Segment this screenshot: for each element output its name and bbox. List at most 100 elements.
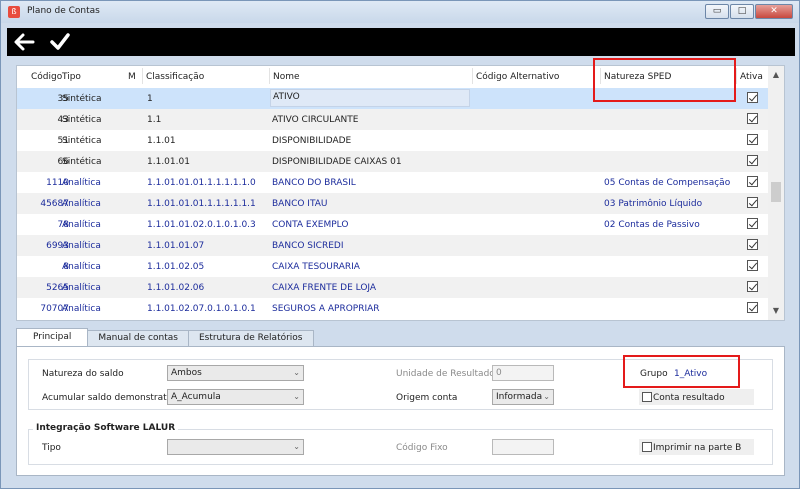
row-natureza-sped: 02 Contas de Passivo [604, 220, 700, 230]
back-button[interactable] [11, 31, 37, 53]
row-tipo: Analítica [62, 262, 101, 272]
accounts-grid[interactable]: Código Tipo M Classificação Nome Código … [16, 65, 785, 321]
conta-resultado-checkbox[interactable] [642, 392, 652, 402]
row-classificacao: 1.1 [147, 115, 162, 125]
origem-conta-label: Origem conta [396, 393, 458, 403]
row-ativa-checkbox[interactable] [747, 92, 758, 103]
row-natureza-sped: 03 Patrimônio Líquido [604, 199, 703, 209]
origem-conta-select[interactable]: Informada ⌄ [492, 389, 554, 405]
acumular-saldo-label: Acumular saldo demonstrativo [42, 393, 181, 403]
table-row[interactable]: 6993 Analítica 1.1.01.01.07 BANCO SICREDI [17, 235, 769, 256]
codigo-fixo-input[interactable] [492, 439, 554, 455]
row-tipo: Analítica [62, 304, 101, 314]
tab-estrutura-de-relatorios[interactable]: Estrutura de Relatórios [187, 330, 314, 346]
row-nome: BANCO ITAU [272, 199, 328, 209]
grid-vertical-scrollbar[interactable]: ▲ ▼ [768, 66, 784, 320]
imprimir-parte-b-checkbox[interactable] [642, 442, 652, 452]
table-row[interactable]: 78 Analítica 1.1.01.01.02.0.1.0.1.0.3 CONTA… [17, 214, 769, 235]
col-header-ativa[interactable]: Ativa [740, 72, 763, 82]
maximize-button[interactable]: □ [730, 4, 754, 19]
row-ativa-checkbox[interactable] [747, 281, 758, 292]
row-ativa-checkbox[interactable] [747, 302, 758, 313]
row-nome: CAIXA FRENTE DE LOJA [272, 283, 377, 293]
row-classificacao: 1.1.01.01.07 [147, 241, 205, 251]
row-ativa-checkbox[interactable] [747, 260, 758, 271]
chevron-down-icon: ⌄ [543, 392, 550, 401]
row-ativa-checkbox[interactable] [747, 197, 758, 208]
row-tipo: Sintética [62, 115, 102, 125]
arrow-left-icon [14, 33, 35, 51]
chevron-down-icon: ⌄ [293, 442, 300, 451]
close-button[interactable]: ✕ [755, 4, 793, 19]
row-classificacao: 1.1.01.01 [147, 157, 190, 167]
row-tipo: Analítica [62, 241, 101, 251]
table-row[interactable]: 1110 Analítica 1.1.01.01.01.1.1.1.1.1.0 BAN… [17, 172, 769, 193]
row-classificacao: 1.1.01 [147, 136, 176, 146]
table-row[interactable]: 70707 Analítica 1.1.01.02.07.0.1.0.1.0.1 SE… [17, 298, 769, 319]
row-nome: ATIVO [273, 92, 300, 102]
row-classificacao: 1.1.01.01.01.1.1.1.1.1.1 [147, 199, 256, 209]
table-row[interactable]: 66 Sintética 1.1.01.01 DISPONIBILIDADE CAIX… [17, 151, 769, 172]
row-ativa-checkbox[interactable] [747, 113, 758, 124]
lalur-section-title: Integração Software LALUR [33, 423, 179, 433]
codigo-fixo-label: Código Fixo [396, 443, 448, 453]
confirm-button[interactable] [47, 31, 73, 53]
row-tipo: Sintética [62, 157, 102, 167]
table-row[interactable]: 43 Sintética 1.1 ATIVO CIRCULANTE [17, 109, 769, 130]
minimize-button[interactable]: ▭ [705, 4, 729, 19]
row-ativa-checkbox[interactable] [747, 239, 758, 250]
col-header-nome[interactable]: Nome [273, 72, 300, 82]
row-classificacao: 1.1.01.01.01.1.1.1.1.1.0 [147, 178, 256, 188]
natureza-saldo-select[interactable]: Ambos ⌄ [167, 365, 304, 381]
window-title: Plano de Contas [27, 6, 100, 16]
scroll-thumb[interactable] [771, 182, 781, 202]
highlight-natureza-sped [593, 58, 736, 102]
col-header-classificacao[interactable]: Classificação [146, 72, 204, 82]
tab-principal[interactable]: Principal [16, 328, 89, 346]
row-tipo: Analítica [62, 199, 101, 209]
table-row[interactable]: 8 Analítica 1.1.01.02.05 CAIXA TESOURARIA [17, 256, 769, 277]
row-ativa-checkbox[interactable] [747, 176, 758, 187]
row-nome: DISPONIBILIDADE [272, 136, 352, 146]
scroll-down-icon[interactable]: ▼ [768, 304, 784, 318]
table-row[interactable]: 51 Sintética 1.1.01 DISPONIBILIDADE [17, 130, 769, 151]
row-nome: BANCO SICREDI [272, 241, 344, 251]
row-classificacao: 1.1.01.02.05 [147, 262, 205, 272]
natureza-saldo-label: Natureza do saldo [42, 369, 124, 379]
row-classificacao: 1.1.01.02.07.0.1.0.1.0.1 [147, 304, 256, 314]
row-tipo: Sintética [62, 136, 102, 146]
row-tipo: Sintética [62, 94, 102, 104]
row-ativa-checkbox[interactable] [747, 218, 758, 229]
row-natureza-sped: 05 Contas de Compensação [604, 178, 731, 188]
row-nome: BANCO DO BRASIL [272, 178, 356, 188]
acumular-saldo-select[interactable]: A_Acumula ⌄ [167, 389, 304, 405]
row-ativa-checkbox[interactable] [747, 134, 758, 145]
table-row[interactable]: 5265 Analítica 1.1.01.02.06 CAIXA FRENTE DE… [17, 277, 769, 298]
imprimir-parte-b-label: Imprimir na parte B [653, 443, 742, 453]
row-ativa-checkbox[interactable] [747, 155, 758, 166]
row-nome: CONTA EXEMPLO [272, 220, 349, 230]
app-icon: ß [8, 6, 20, 18]
tipo-label: Tipo [42, 443, 61, 453]
col-header-m[interactable]: M [128, 72, 136, 82]
plano-de-contas-window: ß Plano de Contas ▭ □ ✕ Código Tipo M Cl… [0, 0, 800, 489]
row-tipo: Analítica [62, 178, 101, 188]
row-nome: ATIVO CIRCULANTE [272, 115, 359, 125]
row-classificacao: 1.1.01.01.02.0.1.0.1.0.3 [147, 220, 256, 230]
col-header-codigo-alternativo[interactable]: Código Alternativo [476, 72, 559, 82]
unidade-resultado-input[interactable]: 0 [492, 365, 554, 381]
nome-edit-field[interactable]: ATIVO [270, 89, 470, 107]
conta-resultado-label: Conta resultado [653, 393, 725, 403]
table-row[interactable]: 45687 Analítica 1.1.01.01.01.1.1.1.1.1.1 BA… [17, 193, 769, 214]
col-header-codigo[interactable]: Código [31, 72, 62, 82]
row-tipo: Analítica [62, 220, 101, 230]
toolbar [7, 28, 795, 56]
tab-manual-de-contas[interactable]: Manual de contas [87, 330, 189, 346]
title-bar[interactable]: ß Plano de Contas ▭ □ ✕ [1, 1, 799, 23]
col-header-tipo[interactable]: Tipo [62, 72, 81, 82]
row-classificacao: 1.1.01.02.06 [147, 283, 205, 293]
unidade-resultado-label: Unidade de Resultado [396, 369, 495, 379]
chevron-down-icon: ⌄ [293, 368, 300, 377]
tipo-select[interactable]: ⌄ [167, 439, 304, 455]
scroll-up-icon[interactable]: ▲ [768, 68, 784, 82]
